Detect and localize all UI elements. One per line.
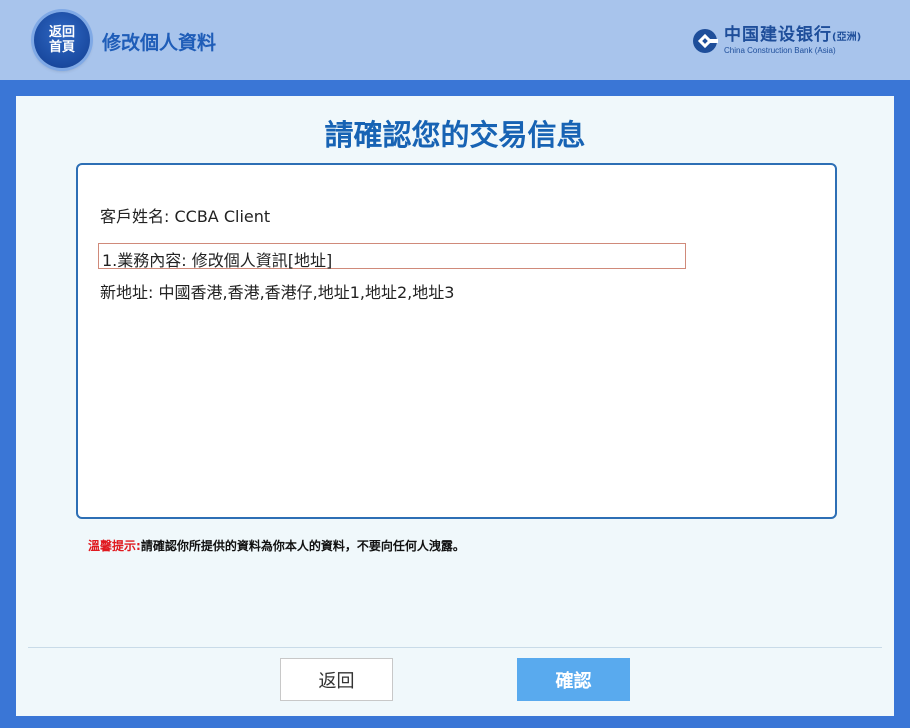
- brand-chinese-name: 中国建设银行(亞洲): [724, 24, 862, 46]
- new-address: 新地址: 中國香港,香港,香港仔,地址1,地址2,地址3: [100, 283, 455, 302]
- customer-name: 客戶姓名: CCBA Client: [100, 207, 271, 226]
- warm-tip-text: 請確認你所提供的資料為你本人的資料，不要向任何人洩露。: [140, 539, 465, 553]
- brand-english-name: China Construction Bank (Asia): [724, 45, 836, 55]
- header-bar: 返回 首頁 修改個人資料 中国建设银行(亞洲) China Constructi…: [0, 0, 910, 80]
- brand-cn-suffix: (亞洲): [832, 31, 862, 43]
- home-button[interactable]: 返回 首頁: [34, 12, 90, 68]
- warm-tip-label: 溫馨提示:: [88, 539, 141, 553]
- home-button-label-line1: 返回: [48, 25, 75, 40]
- business-content: 1.業務內容: 修改個人資訊[地址]: [98, 243, 686, 270]
- brand-cn-text: 中国建设银行: [724, 24, 832, 45]
- divider: [28, 647, 882, 648]
- home-button-label-line2: 首頁: [48, 40, 75, 55]
- ccb-logo-icon: [693, 29, 718, 53]
- confirmation-title: 請確認您的交易信息: [324, 118, 586, 152]
- transaction-info-box: 客戶姓名: CCBA Client 1.業務內容: 修改個人資訊[地址] 新地址…: [76, 163, 837, 519]
- back-button[interactable]: 返回: [280, 658, 393, 701]
- warm-tip: 溫馨提示:請確認你所提供的資料為你本人的資料，不要向任何人洩露。: [88, 537, 465, 554]
- bank-brand: 中国建设银行(亞洲) China Construction Bank (Asia…: [692, 26, 861, 56]
- confirmation-panel: 請確認您的交易信息 客戶姓名: CCBA Client 1.業務內容: 修改個人…: [16, 96, 894, 716]
- page-title: 修改個人資料: [102, 32, 217, 54]
- confirm-button[interactable]: 確認: [517, 658, 630, 701]
